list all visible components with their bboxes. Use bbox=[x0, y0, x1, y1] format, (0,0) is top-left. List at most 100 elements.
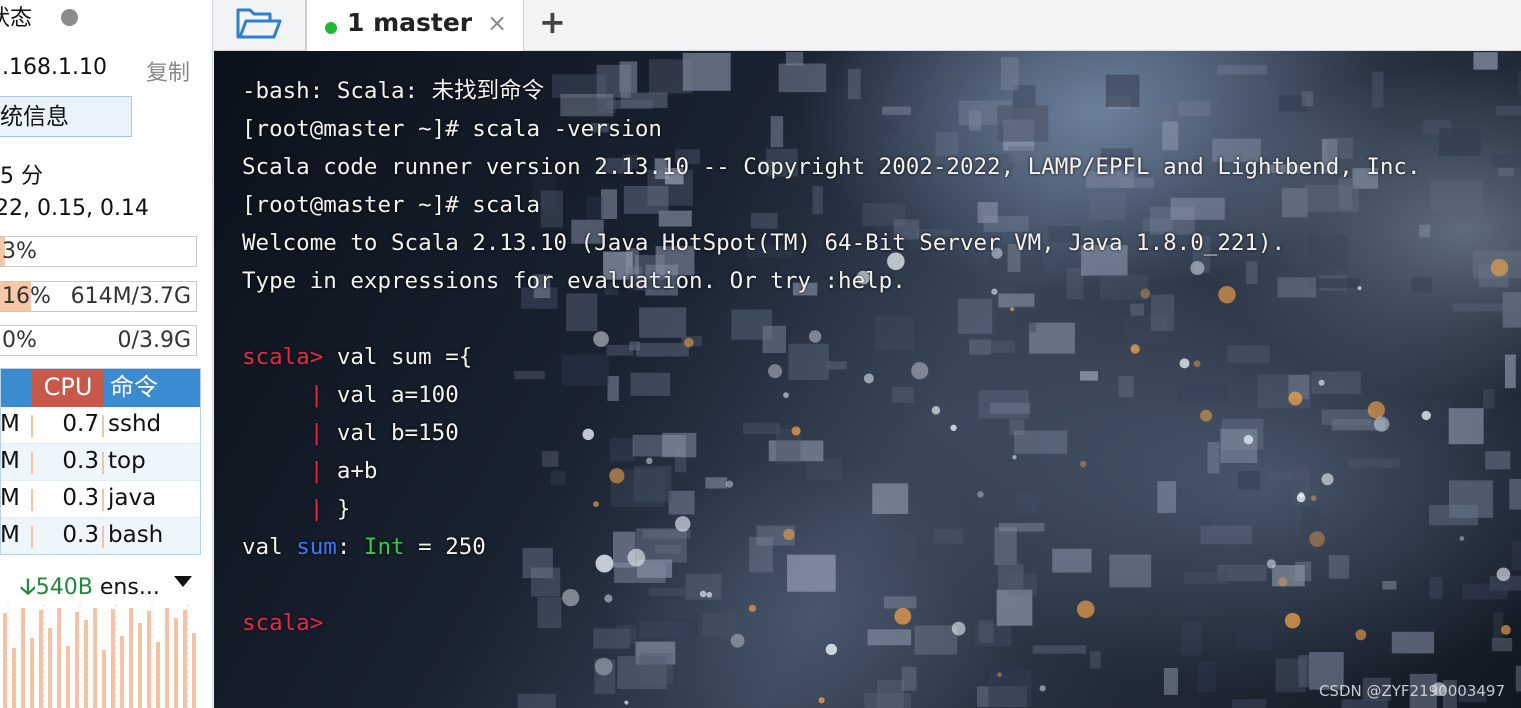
folder-open-icon[interactable] bbox=[234, 6, 284, 42]
background-block bbox=[1236, 625, 1273, 651]
background-bokeh bbox=[808, 330, 822, 343]
process-mem: M bbox=[0, 485, 20, 511]
terminal-line: scala> val sum ={ bbox=[242, 342, 472, 372]
column-header-command[interactable]: 命令 bbox=[110, 368, 158, 407]
background-block bbox=[1176, 384, 1227, 402]
background-block bbox=[1001, 57, 1019, 90]
background-bokeh bbox=[1496, 567, 1511, 582]
table-row[interactable]: M 0.7 sshd bbox=[0, 407, 201, 444]
table-row[interactable]: M 0.3 bash bbox=[0, 518, 201, 555]
network-interface-label: ens... bbox=[99, 575, 160, 600]
background-bokeh bbox=[748, 604, 757, 613]
background-block bbox=[1321, 409, 1372, 426]
graph-bar bbox=[138, 623, 142, 708]
background-bokeh bbox=[1296, 493, 1306, 503]
column-header-cpu[interactable]: CPU bbox=[32, 368, 104, 407]
background-block bbox=[978, 660, 1018, 672]
background-block bbox=[702, 613, 737, 637]
background-block bbox=[514, 371, 545, 380]
column-divider bbox=[102, 489, 104, 511]
background-bokeh bbox=[684, 337, 694, 348]
background-block bbox=[1511, 541, 1521, 571]
background-block bbox=[1307, 234, 1348, 270]
interface-dropdown-icon[interactable] bbox=[174, 576, 192, 587]
background-block bbox=[787, 554, 836, 592]
background-block bbox=[629, 341, 640, 351]
background-block bbox=[957, 298, 993, 335]
background-block bbox=[998, 523, 1045, 532]
background-block bbox=[517, 693, 556, 708]
background-block bbox=[998, 293, 1035, 308]
background-block bbox=[1080, 371, 1098, 381]
column-divider bbox=[102, 415, 104, 437]
graph-bar bbox=[102, 650, 106, 708]
uptime-text: 5 分 bbox=[0, 164, 43, 189]
session-tab-bar: 1 master × + bbox=[214, 0, 1521, 51]
background-block bbox=[979, 619, 994, 643]
background-block bbox=[1462, 583, 1508, 600]
terminal-line: [root@master ~]# scala bbox=[242, 190, 540, 220]
background-block bbox=[1180, 622, 1202, 656]
background-block bbox=[1452, 303, 1505, 312]
background-block bbox=[1328, 555, 1350, 579]
terminal-text-segment: | bbox=[242, 382, 324, 408]
background-bokeh bbox=[1130, 344, 1140, 354]
background-bokeh bbox=[1179, 358, 1190, 369]
background-block bbox=[874, 316, 914, 351]
background-block bbox=[1231, 699, 1267, 708]
background-block bbox=[812, 185, 823, 215]
new-tab-icon[interactable]: + bbox=[539, 3, 566, 41]
background-block bbox=[914, 625, 958, 655]
copy-ip-button[interactable]: 复制 bbox=[146, 55, 190, 87]
background-block bbox=[857, 119, 899, 134]
background-block bbox=[639, 621, 688, 639]
system-info-button[interactable]: 系统信息 bbox=[0, 96, 132, 137]
background-bokeh bbox=[931, 406, 941, 415]
background-bokeh bbox=[699, 590, 707, 598]
background-block bbox=[1109, 554, 1152, 588]
background-bokeh bbox=[863, 373, 874, 384]
tab-master[interactable]: 1 master × bbox=[306, 0, 524, 51]
background-block bbox=[566, 293, 598, 332]
watermark-text: CSDN @ZYF2190003497 bbox=[1318, 682, 1505, 700]
process-cpu: 0.3 bbox=[62, 522, 99, 548]
memory-meter-percent: 16% bbox=[2, 284, 51, 309]
background-bokeh bbox=[1421, 410, 1431, 421]
table-row[interactable]: M 0.3 java bbox=[0, 481, 201, 518]
background-block bbox=[901, 666, 917, 691]
swap-meter-detail: 0/3.9G bbox=[117, 328, 191, 353]
terminal-text-segment: | bbox=[242, 496, 324, 522]
background-block bbox=[1438, 128, 1481, 157]
background-bokeh bbox=[1010, 307, 1015, 312]
background-bokeh bbox=[951, 621, 966, 636]
background-block bbox=[648, 587, 690, 596]
background-bokeh bbox=[604, 594, 613, 603]
swap-meter-percent: 0% bbox=[2, 328, 37, 353]
table-row[interactable]: M 0.3 top bbox=[0, 444, 201, 481]
background-bokeh bbox=[1012, 455, 1017, 460]
background-block bbox=[1163, 668, 1178, 695]
background-block bbox=[1449, 480, 1493, 518]
background-bokeh bbox=[1079, 460, 1087, 468]
terminal-line: | } bbox=[242, 494, 351, 524]
background-block bbox=[1430, 180, 1483, 212]
background-block bbox=[530, 567, 561, 597]
terminal-pane[interactable]: -bash: Scala: 未找到命令 [root@master ~]# scal… bbox=[214, 51, 1521, 708]
close-tab-icon[interactable]: × bbox=[487, 9, 507, 37]
background-bokeh bbox=[825, 643, 838, 656]
process-cpu: 0.3 bbox=[62, 485, 99, 511]
terminal-text-segment: scala> bbox=[242, 610, 324, 636]
background-block bbox=[607, 376, 619, 401]
host-ip: 2.168.1.10 bbox=[0, 55, 107, 80]
background-block bbox=[997, 105, 1049, 142]
background-block bbox=[806, 457, 842, 481]
terminal-text-segment: Welcome to Scala 2.13.10 (Java HotSpot(T… bbox=[242, 230, 1286, 256]
background-bokeh bbox=[950, 424, 957, 431]
background-block bbox=[977, 202, 998, 223]
background-block bbox=[876, 680, 904, 708]
background-bokeh bbox=[624, 700, 629, 705]
background-block bbox=[1200, 525, 1252, 545]
background-block bbox=[633, 466, 672, 502]
load-average-text: .22, 0.15, 0.14 bbox=[0, 196, 149, 221]
background-block bbox=[630, 372, 671, 396]
